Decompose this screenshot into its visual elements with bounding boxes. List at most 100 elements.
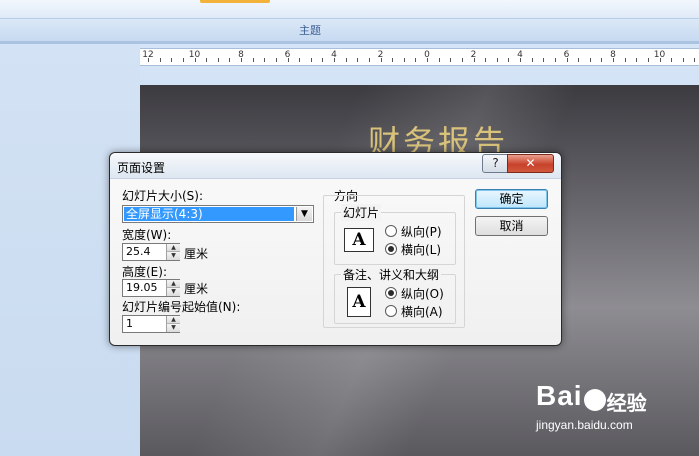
ruler-tick: [415, 58, 416, 62]
height-spinner[interactable]: 19.05 ▲ ▼: [122, 279, 180, 297]
slides-orientation-group: 幻灯片 A 纵向(P) 横向(L): [334, 204, 456, 265]
ruler-tick: [474, 58, 475, 62]
start-number-label: 幻灯片编号起始值(N):: [122, 300, 241, 314]
width-down-arrow-icon[interactable]: ▼: [166, 252, 180, 260]
ruler-tick: [346, 58, 347, 62]
ruler-tick: [299, 58, 300, 62]
ruler-tick: [520, 58, 521, 62]
slides-landscape-radio[interactable]: 横向(L): [385, 241, 441, 258]
radio-icon[interactable]: [385, 287, 397, 299]
paw-icon: [583, 388, 606, 411]
ruler-tick: [357, 58, 358, 62]
notes-portrait-radio[interactable]: 纵向(O): [385, 285, 444, 302]
ruler-tick: [625, 58, 626, 62]
ruler-tick: [578, 58, 579, 62]
ruler-tick: [171, 58, 172, 62]
ruler-tick: [636, 58, 637, 62]
ruler-tick: [160, 58, 161, 62]
ruler-tick: [195, 58, 196, 62]
width-unit: 厘米: [184, 247, 209, 261]
help-button[interactable]: ?: [482, 154, 509, 173]
cancel-button[interactable]: 取消: [475, 216, 548, 236]
ruler-tick: [218, 58, 219, 62]
notes-landscape-radio[interactable]: 横向(A): [385, 303, 443, 320]
ruler-tick: [671, 58, 672, 62]
ruler-tick: [183, 58, 184, 62]
portrait-page-icon: A: [347, 287, 371, 317]
ruler-tick: [613, 58, 614, 62]
ruler-tick: [381, 58, 382, 62]
slide-size-label: 幻灯片大小(S):: [122, 189, 204, 203]
page-setup-dialog: 页面设置 ? ✕ 幻灯片大小(S): 全屏显示(4:3) ▼ 宽度(W): 25…: [109, 152, 562, 346]
ruler-tick: [555, 58, 556, 62]
ruler-tick: [497, 58, 498, 62]
ribbon-group: 主题: [0, 19, 699, 42]
watermark-url: jingyan.baidu.com: [536, 418, 633, 432]
width-spinner[interactable]: 25.4 ▲ ▼: [122, 243, 180, 261]
ruler-tick: [648, 58, 649, 62]
ruler-tick: [462, 58, 463, 62]
ruler-tick: [369, 58, 370, 62]
slides-group-label: 幻灯片: [341, 204, 382, 221]
ruler-tick: [590, 58, 591, 62]
notes-portrait-label: 纵向(O): [401, 287, 444, 301]
ruler-tick: [404, 58, 405, 62]
ribbon-group-label: 主题: [299, 24, 321, 37]
ruler-tick: [683, 58, 684, 62]
ruler-tick: [322, 58, 323, 62]
ruler-tick: [450, 58, 451, 62]
ruler-tick: [567, 58, 568, 62]
slides-portrait-radio[interactable]: 纵向(P): [385, 223, 442, 240]
ruler-tick: [148, 58, 149, 62]
ruler-tick: [334, 58, 335, 62]
height-down-arrow-icon[interactable]: ▼: [166, 288, 180, 296]
ruler-tick: [485, 58, 486, 62]
slides-portrait-label: 纵向(P): [401, 225, 442, 239]
dialog-titlebar[interactable]: 页面设置 ? ✕: [110, 153, 561, 179]
ribbon-top-strip: [0, 0, 699, 19]
radio-icon[interactable]: [385, 305, 397, 317]
ruler-tick: [206, 58, 207, 62]
slides-landscape-label: 横向(L): [401, 243, 442, 257]
height-up-arrow-icon[interactable]: ▲: [166, 280, 180, 288]
radio-icon[interactable]: [385, 243, 397, 255]
start-number-value[interactable]: 1: [126, 317, 133, 331]
width-value[interactable]: 25.4: [126, 245, 151, 259]
ruler-tick: [392, 58, 393, 62]
ruler-tick: [601, 58, 602, 62]
start-down-arrow-icon[interactable]: ▼: [166, 324, 180, 332]
slide-size-select[interactable]: 全屏显示(4:3) ▼: [122, 205, 314, 223]
notes-group-label: 备注、讲义和大纲: [341, 266, 442, 283]
notes-orientation-group: 备注、讲义和大纲 A 纵向(O) 横向(A): [334, 266, 456, 324]
horizontal-ruler: 12108642024681012: [140, 48, 699, 66]
radio-icon[interactable]: [385, 225, 397, 237]
width-up-arrow-icon[interactable]: ▲: [166, 244, 180, 252]
start-up-arrow-icon[interactable]: ▲: [166, 316, 180, 324]
ruler-tick: [241, 58, 242, 62]
notes-landscape-label: 横向(A): [401, 305, 443, 319]
ruler-tick: [264, 58, 265, 62]
ruler-tick: [660, 58, 661, 62]
ruler-tick: [288, 58, 289, 62]
height-value[interactable]: 19.05: [126, 281, 158, 295]
start-number-spinner[interactable]: 1 ▲ ▼: [122, 315, 180, 333]
slide-size-value: 全屏显示(4:3): [124, 207, 294, 221]
watermark: Bai 经验 jingyan.baidu.com: [536, 380, 696, 450]
ruler-tick: [253, 58, 254, 62]
ruler-tick: [543, 58, 544, 62]
ruler-tick: [311, 58, 312, 62]
ruler-tick: [439, 58, 440, 62]
height-unit: 厘米: [184, 282, 209, 296]
watermark-logo-suffix: 经验: [606, 391, 647, 415]
width-label: 宽度(W):: [122, 228, 172, 242]
ruler-tick: [229, 58, 230, 62]
watermark-logo-text: Bai: [536, 380, 583, 411]
ruler-tick: [427, 58, 428, 62]
landscape-page-icon: A: [344, 228, 374, 252]
dropdown-arrow-icon[interactable]: ▼: [296, 207, 312, 221]
ribbon-active-highlight: [200, 0, 270, 3]
ok-button[interactable]: 确定: [475, 189, 548, 209]
ruler-tick: [694, 58, 695, 62]
ruler-tick: [508, 58, 509, 62]
close-button[interactable]: ✕: [507, 154, 554, 173]
